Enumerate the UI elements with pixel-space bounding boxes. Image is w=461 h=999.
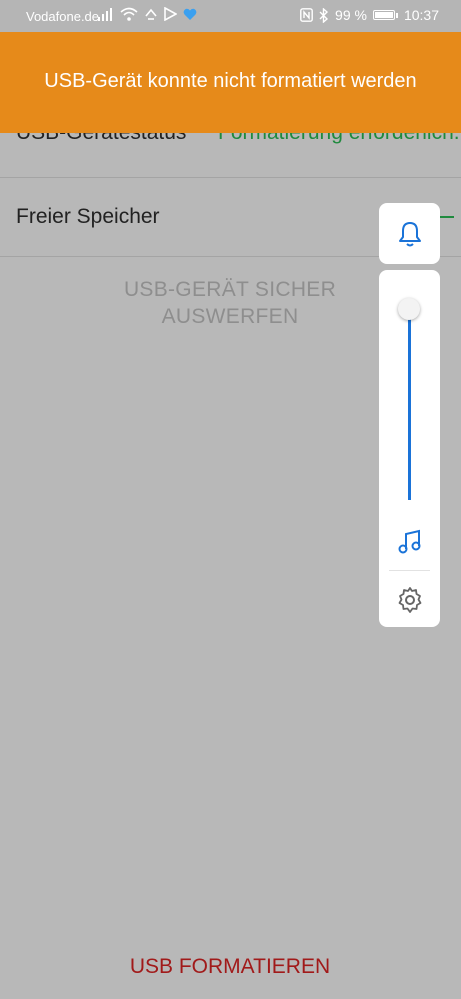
safely-eject-button[interactable]: USB-GERÄT SICHER AUSWERFEN: [80, 276, 380, 330]
wifi-icon: [120, 7, 138, 21]
clock: 10:37: [403, 7, 439, 23]
carrier-name: Vodafone.de: [26, 9, 100, 24]
ringer-mode-button[interactable]: [379, 203, 440, 264]
eject-label-line1: USB-GERÄT SICHER: [123, 278, 337, 301]
gear-icon[interactable]: [396, 586, 424, 614]
nfc-icon: [300, 8, 313, 22]
bell-icon: [398, 221, 421, 246]
volume-panel: [379, 270, 440, 627]
volume-slider-thumb[interactable]: [398, 298, 420, 320]
volume-slider-track[interactable]: [408, 310, 411, 500]
toast-message: USB-Gerät konnte nicht formatiert werden: [44, 70, 417, 92]
free-storage-value-dash: [440, 216, 454, 218]
usb-status-label: USB-Gerätestatus: [16, 133, 186, 145]
status-bar: Vodafone.de 99 % 10:37: [0, 0, 461, 32]
music-note-icon[interactable]: [396, 528, 424, 556]
play-store-icon: [164, 7, 177, 21]
usb-status-value: Formatierung erforderlich.: [218, 133, 460, 145]
battery-percent: 99 %: [335, 7, 367, 23]
free-storage-label: Freier Speicher: [16, 205, 160, 228]
panel-divider: [389, 570, 430, 571]
eject-label-line2: AUSWERFEN: [161, 305, 299, 328]
usb-status-row: USB-Gerätestatus Formatierung erforderli…: [0, 133, 461, 177]
bluetooth-icon: [319, 7, 329, 23]
error-toast: USB-Gerät konnte nicht formatiert werden: [0, 32, 461, 133]
signal-icon: [98, 8, 112, 21]
heart-app-icon: [183, 8, 197, 20]
format-usb-button[interactable]: USB FORMATIEREN: [80, 955, 380, 979]
battery-icon: [372, 10, 395, 20]
sync-icon: [145, 8, 157, 20]
